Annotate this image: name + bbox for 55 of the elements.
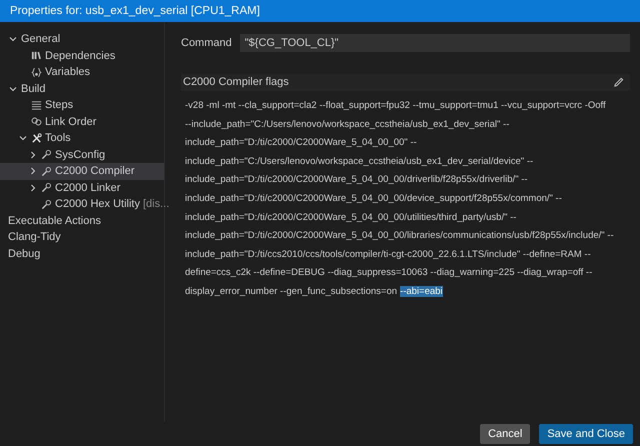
tree-label: Executable Actions: [8, 214, 101, 228]
flags-text: define=ccs_c2k --define=DEBUG --diag_suppress=10063 --diag_warning=225 --diag_wrap=off --: [185, 267, 592, 278]
tree-item[interactable]: Variables: [0, 64, 164, 80]
chevron-icon[interactable]: [28, 150, 38, 160]
tree-label: Link Order: [45, 114, 96, 130]
tree-item[interactable]: C2000 Linker: [0, 180, 164, 196]
tree-label: Tools: [45, 131, 71, 146]
braces-icon: [31, 66, 42, 78]
tree-item[interactable]: Link Order: [0, 114, 164, 130]
tree-label: C2000 Hex Utility: [55, 197, 140, 212]
tree-label: Clang-Tidy: [8, 230, 61, 245]
books-icon: [31, 50, 42, 62]
flags-text: include_path="D:/ti/ccs2010/ccs/tools/compiler/ti-cgt-c2000_22.6.1.LTS/include" --define=RAM --: [185, 248, 591, 260]
link-icon: [31, 116, 42, 128]
chevron-icon[interactable]: [28, 182, 38, 193]
tree-item[interactable]: Debug: [0, 246, 164, 262]
flags-text: include_path="D:/ti/c2000/C2000Ware_5_04_00_00/driverlib/f28p55x/driverlib/" --: [185, 174, 528, 186]
command-field[interactable]: "${CG_TOOL_CL}": [240, 34, 630, 52]
flags-text: -v28 -ml -mt --cla_support=cla2 --float_support=fpu32 --tmu_support=tmu1 --vcu_support=vcrc -Ooff: [185, 100, 606, 111]
status-note: [dis...: [142, 197, 170, 212]
cancel-button[interactable]: Cancel: [480, 424, 530, 444]
chevron-icon[interactable]: [28, 166, 38, 176]
flags-text: --include_path="C:/Users/lenovo/workspace_ccstheia/usb_ex1_dev_serial" --: [185, 118, 510, 130]
tree-label: C2000 Compiler: [55, 164, 134, 179]
tree-label: SysConfig: [55, 148, 106, 162]
tree-item[interactable]: Tools: [0, 130, 164, 146]
tree-item[interactable]: General: [0, 31, 164, 48]
tree-label: General: [21, 32, 60, 47]
flags-text: include_path="C:/Users/lenovo/workspace_ccstheia/usb_ex1_dev_serial/device" --: [185, 156, 534, 167]
save-button[interactable]: Save and Close: [539, 424, 633, 444]
command-label: Command: [181, 36, 232, 51]
flags-text: include_path="D:/ti/c2000/C2000Ware_5_04_00_00" --: [185, 137, 417, 148]
tree-item[interactable]: Executable Actions: [0, 212, 164, 229]
flags-text: include_path="D:/ti/c2000/C2000Ware_5_04_00_00/libraries/communications/usb/f28p55x/include/" --: [185, 230, 614, 242]
tree-label: C2000 Linker: [55, 180, 120, 196]
tree-item[interactable]: Dependencies: [0, 48, 164, 64]
tree-label: Variables: [45, 65, 90, 80]
tree-item[interactable]: C2000 Compiler: [0, 163, 164, 180]
flags-text: display_error_number --gen_func_subsections=on: [185, 286, 398, 297]
tree-item[interactable]: Build: [0, 80, 164, 97]
tree-label: Dependencies: [45, 48, 116, 64]
tools-icon: [31, 132, 42, 144]
selected-text: --abi=eabi: [400, 286, 443, 297]
flags-title: C2000 Compiler flags: [183, 75, 289, 90]
tree-label: Steps: [45, 98, 74, 113]
edit-icon[interactable]: [613, 77, 624, 88]
window-title: Properties for: usb_ex1_dev_serial [CPU1_RAM]: [0, 0, 640, 22]
tree-item[interactable]: Clang-Tidy: [0, 229, 164, 246]
list-icon: [31, 100, 42, 111]
tree-item[interactable]: Steps: [0, 97, 164, 114]
tree-label: Build: [21, 82, 46, 96]
tree-label: Debug: [8, 246, 40, 262]
tree-item[interactable]: SysConfig: [0, 146, 164, 163]
flags-text: include_path="D:/ti/c2000/C2000Ware_5_04_00_00/utilities/third_party/usb/" --: [185, 212, 516, 223]
flags-text: include_path="D:/ti/c2000/C2000Ware_5_04_00_00/device_support/f28p55x/common/" --: [185, 192, 562, 204]
